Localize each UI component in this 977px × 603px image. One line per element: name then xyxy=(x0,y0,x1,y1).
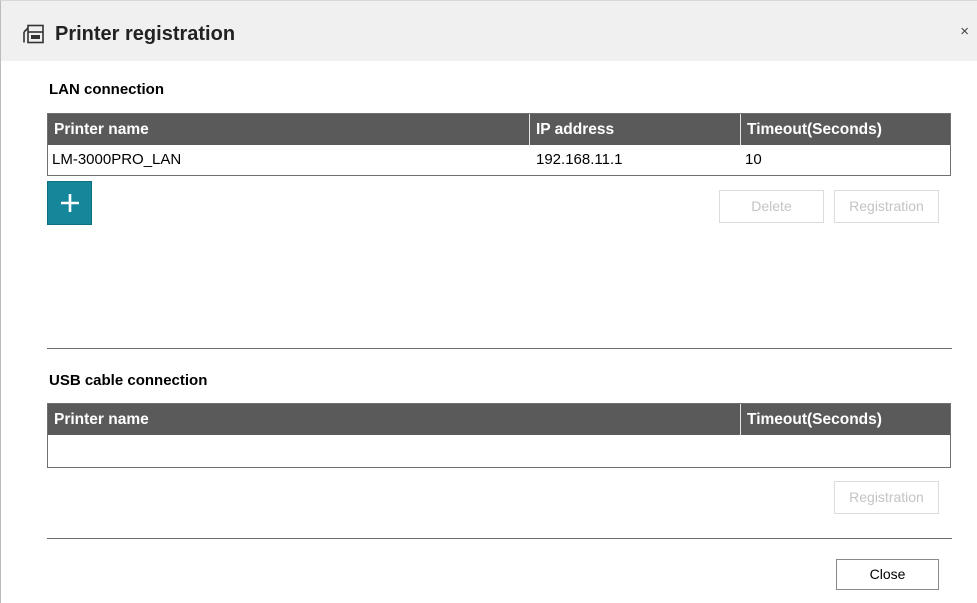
section-divider xyxy=(47,348,952,349)
close-icon[interactable]: × xyxy=(960,23,969,41)
printer-registration-dialog: Printer registration × LAN connection Pr… xyxy=(0,0,977,603)
lan-registration-button[interactable]: Registration xyxy=(834,190,939,223)
cell-timeout: 10 xyxy=(745,151,762,168)
lan-printer-table: Printer name IP address Timeout(Seconds)… xyxy=(47,113,951,176)
cell-ip-address: 192.168.11.1 xyxy=(536,151,623,168)
column-header-ip-address[interactable]: IP address xyxy=(530,114,741,145)
column-header-printer-name[interactable]: Printer name xyxy=(48,404,741,435)
usb-section-title: USB cable connection xyxy=(49,372,208,389)
table-row[interactable]: LM-3000PRO_LAN 192.168.11.1 10 xyxy=(48,145,950,175)
column-header-timeout[interactable]: Timeout(Seconds) xyxy=(741,404,950,435)
plus-icon xyxy=(61,194,79,212)
column-header-printer-name[interactable]: Printer name xyxy=(48,114,530,145)
delete-button[interactable]: Delete xyxy=(719,190,824,223)
usb-registration-button[interactable]: Registration xyxy=(834,481,939,514)
title-bar: Printer registration × xyxy=(1,1,977,61)
dialog-title: Printer registration xyxy=(55,23,236,45)
usb-table-empty-area xyxy=(48,435,950,467)
add-printer-button[interactable] xyxy=(47,181,92,225)
usb-table-header: Printer name Timeout(Seconds) xyxy=(48,404,950,435)
column-header-timeout[interactable]: Timeout(Seconds) xyxy=(741,114,950,145)
lan-table-header: Printer name IP address Timeout(Seconds) xyxy=(48,114,950,145)
footer-divider xyxy=(47,538,952,539)
printer-registration-icon xyxy=(23,24,44,44)
close-button[interactable]: Close xyxy=(836,559,939,590)
lan-section-title: LAN connection xyxy=(49,81,164,98)
cell-printer-name: LM-3000PRO_LAN xyxy=(52,151,182,168)
usb-printer-table: Printer name Timeout(Seconds) xyxy=(47,403,951,468)
